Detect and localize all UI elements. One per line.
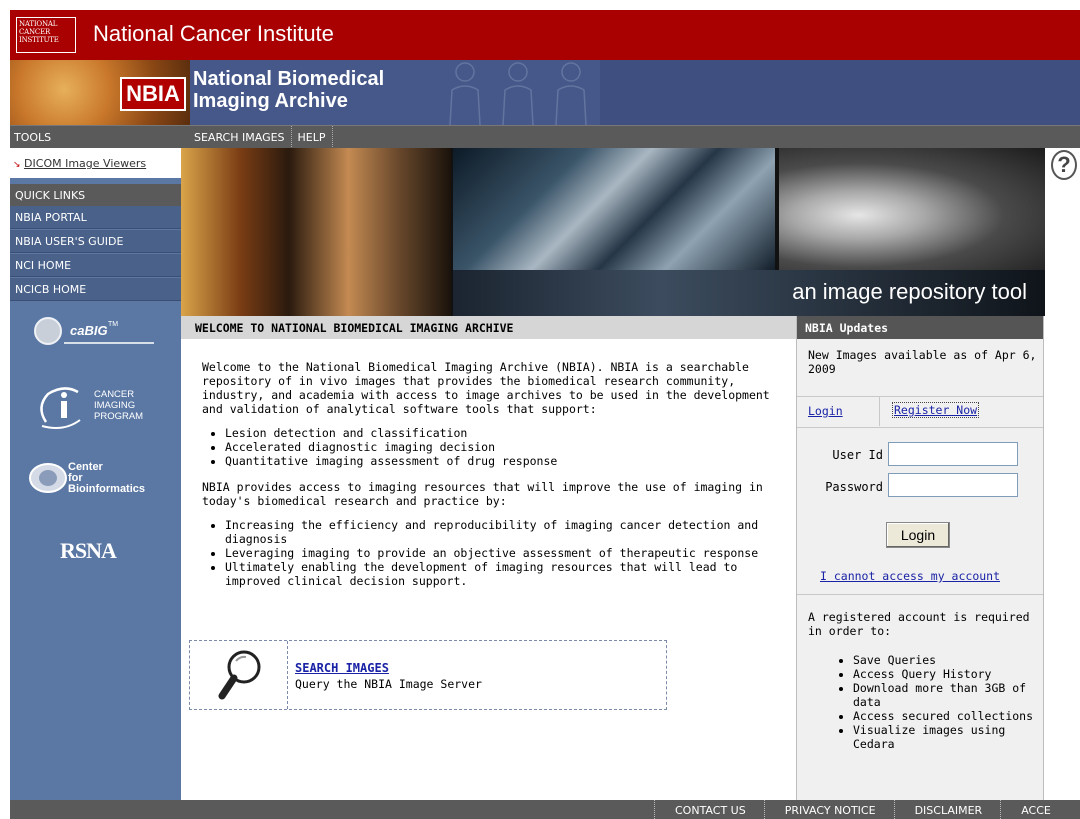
cancer-imaging-program-logo[interactable]: CANCER IMAGING PROGRAM	[34, 382, 169, 432]
quick-link-users-guide[interactable]: NBIA USER'S GUIDE	[10, 230, 181, 253]
quick-link-ncicb-home[interactable]: NCICB HOME	[10, 278, 181, 301]
list-item: Quantitative imaging assessment of drug …	[225, 454, 784, 468]
rsna-logo[interactable]: RSNA	[60, 538, 117, 564]
nbia-banner: NBIA National Biomedical Imaging Archive	[10, 60, 1080, 125]
register-now-tab[interactable]: Register Now	[879, 396, 995, 426]
footer-links: CONTACT US PRIVACY NOTICE DISCLAIMER ACC…	[654, 800, 1069, 819]
list-item: Access Query History	[853, 667, 1039, 681]
list-item: Visualize images using Cedara	[853, 723, 1039, 751]
footer-contact-us[interactable]: CONTACT US	[654, 800, 764, 819]
nci-title[interactable]: National Cancer Institute	[93, 21, 334, 47]
nav-search-images[interactable]: SEARCH IMAGES	[188, 126, 292, 149]
nci-logo[interactable]: NATIONAL CANCER INSTITUTE	[16, 17, 76, 53]
search-images-link[interactable]: SEARCH IMAGES	[295, 661, 389, 675]
cannot-access-link[interactable]: I cannot access my account	[820, 569, 1000, 583]
login-button[interactable]: Login	[886, 522, 950, 548]
search-images-box: SEARCH IMAGES Query the NBIA Image Serve…	[189, 640, 667, 710]
list-item: Download more than 3GB of data	[853, 681, 1039, 709]
cip-line3: PROGRAM	[94, 411, 143, 422]
hero-image-strip: an image repository tool	[181, 148, 1045, 316]
nbia-title-line1: National Biomedical	[193, 68, 385, 90]
cabig-tm: TM	[108, 321, 118, 328]
cabig-text: caBIG	[70, 323, 108, 338]
cip-line1: CANCER	[94, 389, 134, 400]
cabig-logo[interactable]: caBIG TM	[34, 313, 154, 349]
banner-figures-image	[449, 62, 587, 125]
list-item: Increasing the efficiency and reproducib…	[225, 518, 784, 546]
welcome-heading: WELCOME TO NATIONAL BIOMEDICAL IMAGING A…	[181, 316, 796, 339]
center-line3: Bioinformatics	[68, 483, 145, 495]
divider	[797, 594, 1043, 595]
nav-help[interactable]: HELP	[292, 126, 333, 149]
registration-benefits-list: Save Queries Access Query History Downlo…	[853, 653, 1039, 751]
register-now-label: Register Now	[892, 402, 980, 418]
center-for-bioinformatics-logo[interactable]: Center for Bioinformatics	[20, 455, 180, 500]
user-id-label: User Id	[832, 448, 883, 462]
quick-links-header: QUICK LINKS	[10, 184, 181, 206]
list-item: Ultimately enabling the development of i…	[225, 560, 784, 588]
password-label: Password	[825, 480, 883, 494]
dicom-viewers-link[interactable]: DICOM Image Viewers	[24, 157, 146, 170]
hero-doctor-image	[181, 148, 451, 316]
footer-disclaimer[interactable]: DISCLAIMER	[893, 800, 1001, 819]
list-item: Leveraging imaging to provide an objecti…	[225, 546, 784, 560]
access-list: Increasing the efficiency and reproducib…	[225, 518, 784, 588]
user-id-input[interactable]	[888, 442, 1018, 466]
support-list: Lesion detection and classification Acce…	[225, 426, 784, 468]
quick-link-nbia-portal[interactable]: NBIA PORTAL	[10, 206, 181, 229]
updates-panel: NBIA Updates New Images available as of …	[796, 316, 1044, 800]
footer-bar: CONTACT US PRIVACY NOTICE DISCLAIMER ACC…	[10, 800, 1080, 819]
access-intro: NBIA provides access to imaging resource…	[202, 480, 763, 508]
hero-scans-image	[453, 148, 775, 270]
search-images-description: Query the NBIA Image Server	[295, 677, 482, 691]
banner-right-fill	[600, 60, 1080, 125]
dicom-viewers-row: ↘ DICOM Image Viewers	[10, 148, 181, 178]
updates-heading: NBIA Updates	[797, 316, 1043, 339]
welcome-intro: Welcome to the National Biomedical Imagi…	[202, 360, 770, 416]
list-item: Access secured collections	[853, 709, 1039, 723]
password-input[interactable]	[888, 473, 1018, 497]
arrow-icon: ↘	[13, 160, 21, 170]
list-item: Accelerated diagnostic imaging decision	[225, 440, 784, 454]
footer-accessibility[interactable]: ACCE	[1000, 800, 1069, 819]
nbia-badge-logo: NBIA	[120, 77, 186, 111]
nbia-title: National Biomedical Imaging Archive	[193, 68, 384, 112]
footer-privacy-notice[interactable]: PRIVACY NOTICE	[763, 800, 894, 819]
list-item: Lesion detection and classification	[225, 426, 784, 440]
magnifier-icon[interactable]	[190, 641, 288, 709]
main-nav: SEARCH IMAGES HELP	[188, 126, 333, 149]
registration-required-text: A registered account is required in orde…	[808, 610, 1030, 638]
nbia-title-line2: Imaging Archive	[193, 90, 348, 112]
sidebar: ↘ DICOM Image Viewers QUICK LINKS NBIA P…	[10, 148, 181, 800]
list-item: Save Queries	[853, 653, 1039, 667]
login-tab[interactable]: Login	[808, 404, 843, 418]
quick-link-nci-home[interactable]: NCI HOME	[10, 254, 181, 277]
cip-line2: IMAGING	[94, 400, 135, 411]
welcome-body: Welcome to the National Biomedical Imagi…	[202, 360, 784, 600]
nav-bar: TOOLS SEARCH IMAGES HELP	[10, 125, 1080, 149]
hero-xray-image	[779, 148, 1045, 270]
divider	[797, 427, 1043, 428]
tools-label: TOOLS	[14, 131, 52, 144]
hero-tagline: an image repository tool	[792, 279, 1027, 304]
nci-header-bar: NATIONAL CANCER INSTITUTE National Cance…	[10, 10, 1080, 60]
updates-news: New Images available as of Apr 6, 2009	[808, 348, 1037, 376]
help-icon[interactable]: ?	[1051, 150, 1077, 180]
